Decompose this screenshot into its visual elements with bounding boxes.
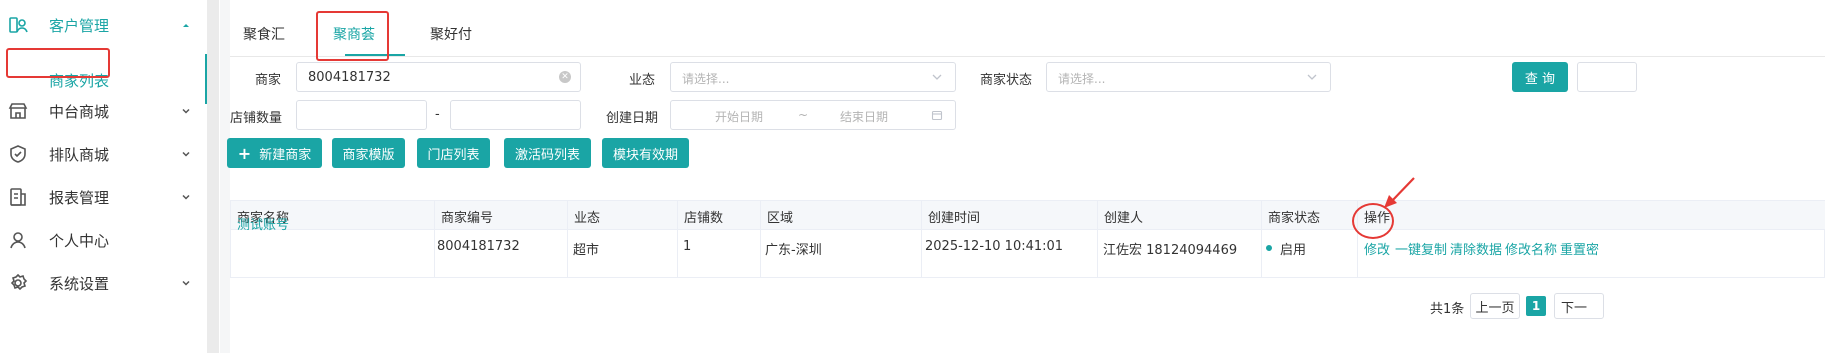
created-time-cell: 2025-12-10 10:41:01 [925, 239, 1064, 254]
status-select-placeholder: 请选择... [1058, 72, 1106, 86]
plus-icon: + [237, 143, 252, 163]
sidebar-item-label: 报表管理 [49, 188, 110, 207]
date-label: 创建日期 [606, 111, 659, 126]
store-count-cell: 1 [683, 239, 692, 254]
creator-cell: 江佐宏 18124094469 [1103, 243, 1238, 258]
merchant-input-value: 8004181732 [308, 70, 391, 85]
annotation-arrow-icon [1384, 177, 1415, 208]
customer-icon [9, 17, 28, 33]
date-start-placeholder: 开始日期 [715, 110, 764, 124]
new-merchant-button[interactable]: + 新建商家 [227, 138, 322, 168]
content-panel: 聚食汇 聚商荟 聚好付 商家 8004181732 ✕ 业态 请选择... 商家… [227, 0, 1825, 353]
calendar-icon [931, 110, 943, 121]
module-validity-button[interactable]: 模块有效期 [602, 138, 689, 168]
format-label: 业态 [629, 73, 656, 88]
user-icon [10, 232, 26, 249]
chevron-up-icon [183, 24, 189, 27]
sidebar-item-system-settings[interactable]: 系统设置 [0, 258, 208, 308]
column-divider [760, 201, 761, 278]
merchant-input[interactable]: 8004181732 ✕ [296, 62, 581, 92]
report-icon [10, 188, 26, 206]
column-divider [434, 201, 435, 278]
annotation-box [316, 11, 389, 61]
reset-password-link[interactable]: 重置密 [1560, 239, 1599, 258]
status-dot [1266, 245, 1272, 251]
new-merchant-label: 新建商家 [259, 147, 312, 163]
store-count-label: 店铺数量 [230, 111, 283, 126]
main-area: 聚食汇 聚商荟 聚好付 商家 8004181732 ✕ 业态 请选择... 商家… [220, 0, 1825, 353]
sidebar-item-label: 中台商城 [49, 102, 110, 121]
date-end-placeholder: 结束日期 [840, 110, 889, 124]
column-header: 店铺数 [684, 211, 724, 226]
gear-icon [10, 273, 28, 291]
chevron-down-icon [182, 108, 190, 114]
merchant-name-link[interactable]: 测试账号 [237, 214, 289, 233]
sidebar-item-label: 系统设置 [49, 274, 110, 293]
store-list-button[interactable]: 门店列表 [417, 138, 490, 168]
column-divider [677, 201, 678, 278]
store-count-min-input[interactable] [296, 100, 427, 130]
chevron-down-icon [1307, 74, 1317, 80]
column-divider [1261, 201, 1262, 278]
format-select-placeholder: 请选择... [682, 72, 730, 86]
chevron-down-icon [182, 280, 190, 286]
chevron-down-icon [182, 194, 190, 200]
status-select[interactable]: 请选择... [1046, 62, 1331, 92]
tab-bar: 聚食汇 聚商荟 聚好付 [230, 0, 1825, 61]
store-icon [8, 103, 28, 119]
range-separator: - [435, 107, 440, 122]
column-divider [921, 201, 922, 278]
query-button[interactable]: 查 询 [1512, 62, 1568, 92]
clear-data-link[interactable]: 清除数据 [1450, 239, 1502, 258]
column-divider [567, 201, 568, 278]
region-cell: 广东-深圳 [765, 243, 822, 258]
chevron-down-icon [182, 151, 190, 157]
column-header: 业态 [574, 211, 601, 226]
table-header: 商家名称 商家编号 业态 店铺数 区域 创建时间 创建人 商家状态 操作 [231, 201, 1825, 230]
column-header: 商家编号 [441, 211, 494, 226]
clear-icon[interactable]: ✕ [559, 71, 571, 83]
format-cell: 超市 [573, 243, 600, 258]
format-select[interactable]: 请选择... [670, 62, 956, 92]
status-label: 商家状态 [980, 73, 1033, 88]
sidebar-item-customer-management[interactable]: 客户管理 [0, 0, 208, 50]
sidebar-item-label: 客户管理 [49, 16, 110, 35]
merchant-table: 商家名称 商家编号 业态 店铺数 区域 创建时间 创建人 商家状态 操作 测试账… [230, 200, 1825, 278]
page-number-current[interactable]: 1 [1526, 296, 1546, 316]
shield-icon [10, 145, 26, 163]
merchant-label: 商家 [255, 73, 282, 88]
status-cell: 启用 [1280, 243, 1307, 258]
date-range-tilde: ~ [798, 108, 809, 122]
store-count-max-input[interactable] [450, 100, 581, 130]
tab-jushihui[interactable]: 聚食汇 [243, 24, 285, 44]
pager-total: 共1条 [1430, 302, 1465, 317]
column-header: 创建人 [1104, 211, 1144, 226]
activation-code-list-button[interactable]: 激活码列表 [504, 138, 591, 168]
prev-page-button[interactable]: 上一页 [1470, 293, 1520, 319]
column-header: 创建时间 [928, 211, 981, 226]
edit-link[interactable]: 修改 [1364, 239, 1390, 258]
rename-link[interactable]: 修改名称 [1505, 239, 1557, 258]
one-click-copy-link[interactable]: 一键复制 [1395, 239, 1447, 258]
merchant-code-cell: 8004181732 [437, 239, 520, 254]
next-page-button[interactable]: 下一 [1554, 293, 1604, 319]
column-header: 区域 [767, 211, 794, 226]
annotation-box [6, 48, 110, 78]
merchant-template-button[interactable]: 商家模版 [332, 138, 405, 168]
tab-juhaofu[interactable]: 聚好付 [430, 24, 472, 44]
chevron-down-icon [932, 74, 942, 80]
sidebar-item-label: 个人中心 [49, 231, 110, 250]
reset-button[interactable] [1577, 62, 1637, 92]
sidebar: 客户管理 商家列表 中台商城 排队商城 报表管理 个人中心 系统设置 [0, 0, 219, 353]
date-range-picker[interactable]: 开始日期 ~ 结束日期 [670, 100, 956, 130]
column-header: 商家状态 [1268, 211, 1321, 226]
sidebar-item-label: 排队商城 [49, 145, 110, 164]
column-divider [1097, 201, 1098, 278]
